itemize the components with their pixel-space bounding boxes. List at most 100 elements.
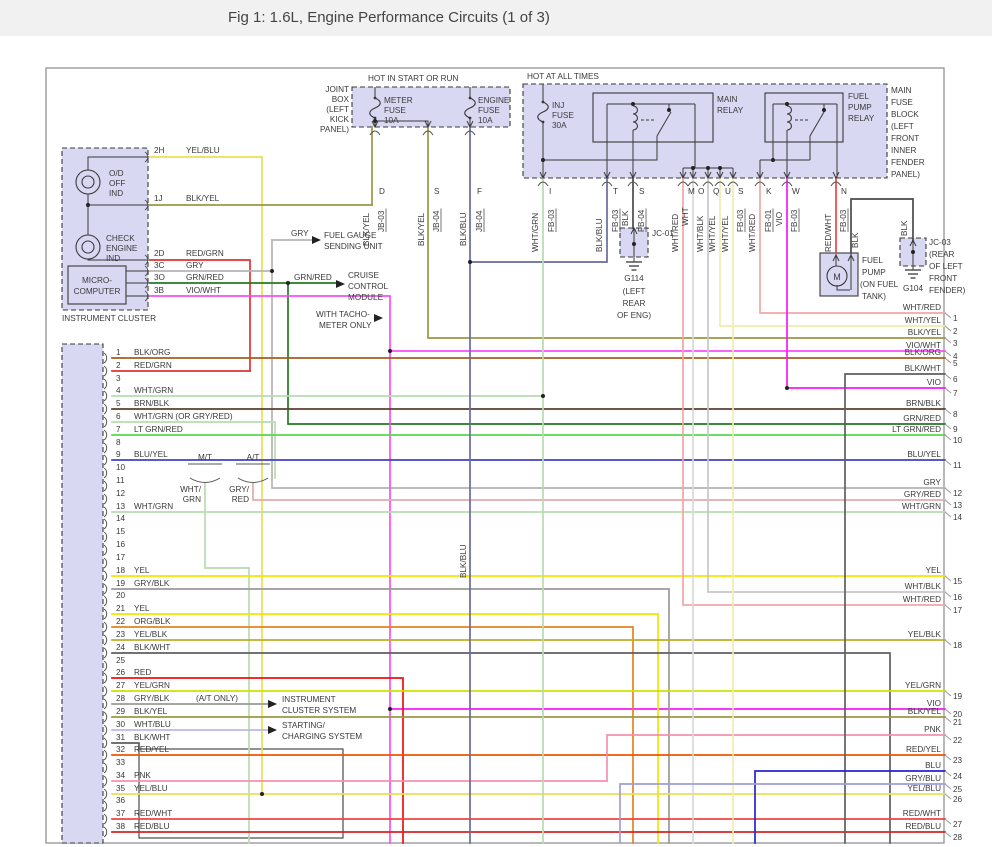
label-cruise: CRUISE: [348, 271, 379, 280]
label-fuse: FUSE: [552, 111, 574, 120]
right-row-label: PNK: [924, 725, 941, 734]
label-u: U: [725, 187, 731, 196]
label-starting-: STARTING/: [282, 721, 326, 730]
label-1j: 1J: [154, 194, 163, 203]
right-row-label: LT GRN/RED: [892, 425, 941, 434]
label-wht-: WHT/: [180, 485, 202, 494]
label-of-left: OF LEFT: [929, 262, 963, 271]
right-row-label: YEL/BLK: [908, 630, 942, 639]
label-q: Q: [713, 187, 719, 196]
right-row-label: VIO: [927, 378, 941, 387]
left-pin-number: 36: [116, 796, 126, 805]
label-red-grn: RED/GRN: [186, 249, 224, 258]
fuse-end: [469, 117, 472, 120]
left-pin-label: BLU/YEL: [134, 450, 168, 459]
label-wht-yel: WHT/YEL: [708, 215, 717, 252]
label-fender: FENDER: [891, 158, 925, 167]
left-pin-number: 9: [116, 450, 121, 459]
title-bar: Fig 1: 1.6L, Engine Performance Circuits…: [0, 0, 992, 36]
junction-dot: [718, 166, 722, 170]
label-30a: 30A: [552, 121, 567, 130]
left-pin: [104, 417, 107, 427]
label--left: (LEFT: [891, 122, 914, 131]
label-jb-03: JB-03: [377, 210, 386, 232]
label-s: S: [738, 187, 744, 196]
left-pin-number: 33: [116, 758, 126, 767]
left-pin-number: 2: [116, 361, 121, 370]
label-w: W: [792, 187, 800, 196]
right-row-label: GRN/RED: [903, 414, 941, 423]
label-relay: RELAY: [717, 106, 744, 115]
label-off: OFF: [109, 179, 125, 188]
label-jb-04: JB-04: [432, 210, 441, 232]
ecm-connector-box: [62, 344, 103, 843]
left-pin-label: BLK/ORG: [134, 348, 170, 357]
right-row-number: 16: [953, 593, 963, 602]
right-row-label: WHT/BLK: [905, 582, 942, 591]
junction-dot: [691, 166, 695, 170]
left-pin-number: 20: [116, 591, 126, 600]
left-pin: [104, 738, 107, 748]
left-pin-label: RED/YEL: [134, 745, 169, 754]
label-a-t: A/T: [247, 453, 260, 462]
label-main: MAIN: [891, 86, 912, 95]
left-pin: [104, 494, 107, 504]
right-row-tick: [945, 592, 951, 597]
label-3c: 3C: [154, 261, 165, 270]
label-red-wht: RED/WHT: [824, 214, 833, 252]
label-d: D: [379, 187, 385, 196]
junction-dot: [286, 281, 290, 285]
left-pin-number: 37: [116, 809, 126, 818]
left-pin-number: 31: [116, 733, 126, 742]
label-grn-red: GRN/RED: [186, 273, 224, 282]
right-row-tick: [945, 512, 951, 517]
right-row-tick: [945, 819, 951, 824]
label-front: FRONT: [891, 134, 919, 143]
label-wht: WHT: [681, 207, 690, 226]
wiring-diagram-page: HOT IN START OR RUNJOINTBOX(LEFTKICKPANE…: [0, 0, 992, 847]
label-wht-red: WHT/RED: [748, 214, 757, 252]
left-pin-label: YEL: [134, 604, 150, 613]
label-wht-yel: WHT/YEL: [721, 215, 730, 252]
label-panel-: PANEL): [320, 125, 349, 134]
left-pin: [104, 366, 107, 376]
label-blk-blu: BLK/BLU: [595, 218, 604, 252]
left-pin-number: 16: [116, 540, 126, 549]
left-pin-number: 30: [116, 720, 126, 729]
junction-dot: [373, 119, 377, 123]
left-pin: [104, 776, 107, 786]
right-row-tick: [945, 735, 951, 740]
left-pin-number: 15: [116, 527, 126, 536]
right-row-number: 9: [953, 425, 958, 434]
right-row-number: 13: [953, 501, 963, 510]
label--left: (LEFT: [326, 105, 349, 114]
right-row-number: 10: [953, 436, 963, 445]
left-pin-label: PNK: [134, 771, 151, 780]
left-pin-number: 6: [116, 412, 121, 421]
label-ind: IND: [109, 189, 123, 198]
label-pump: PUMP: [848, 103, 872, 112]
left-pin-label: BLK/YEL: [134, 707, 168, 716]
left-pin-number: 21: [116, 604, 126, 613]
label-yel-blu: YEL/BLU: [186, 146, 220, 155]
right-row-tick: [945, 460, 951, 465]
left-pin-number: 35: [116, 784, 126, 793]
left-pin-number: 7: [116, 425, 121, 434]
label-rear: REAR: [623, 299, 646, 308]
fuel-pump-relay-box: [765, 93, 843, 142]
label-gry: GRY: [186, 261, 204, 270]
left-pin-label: GRY/BLK: [134, 579, 170, 588]
label-o: O: [698, 187, 704, 196]
right-row-tick: [945, 691, 951, 696]
left-pin: [104, 455, 107, 465]
annotation-arrow-icon: [312, 236, 321, 244]
right-row-label: BLK/WHT: [905, 364, 941, 373]
label-box: BOX: [332, 95, 350, 104]
left-pin-number: 12: [116, 489, 126, 498]
label-blk-yel: BLK/YEL: [186, 194, 220, 203]
label-module: MODULE: [348, 293, 384, 302]
label-micro-: MICRO-: [82, 276, 112, 285]
label-grn: GRN: [183, 495, 201, 504]
left-pin: [104, 545, 107, 555]
left-pin: [104, 571, 107, 581]
